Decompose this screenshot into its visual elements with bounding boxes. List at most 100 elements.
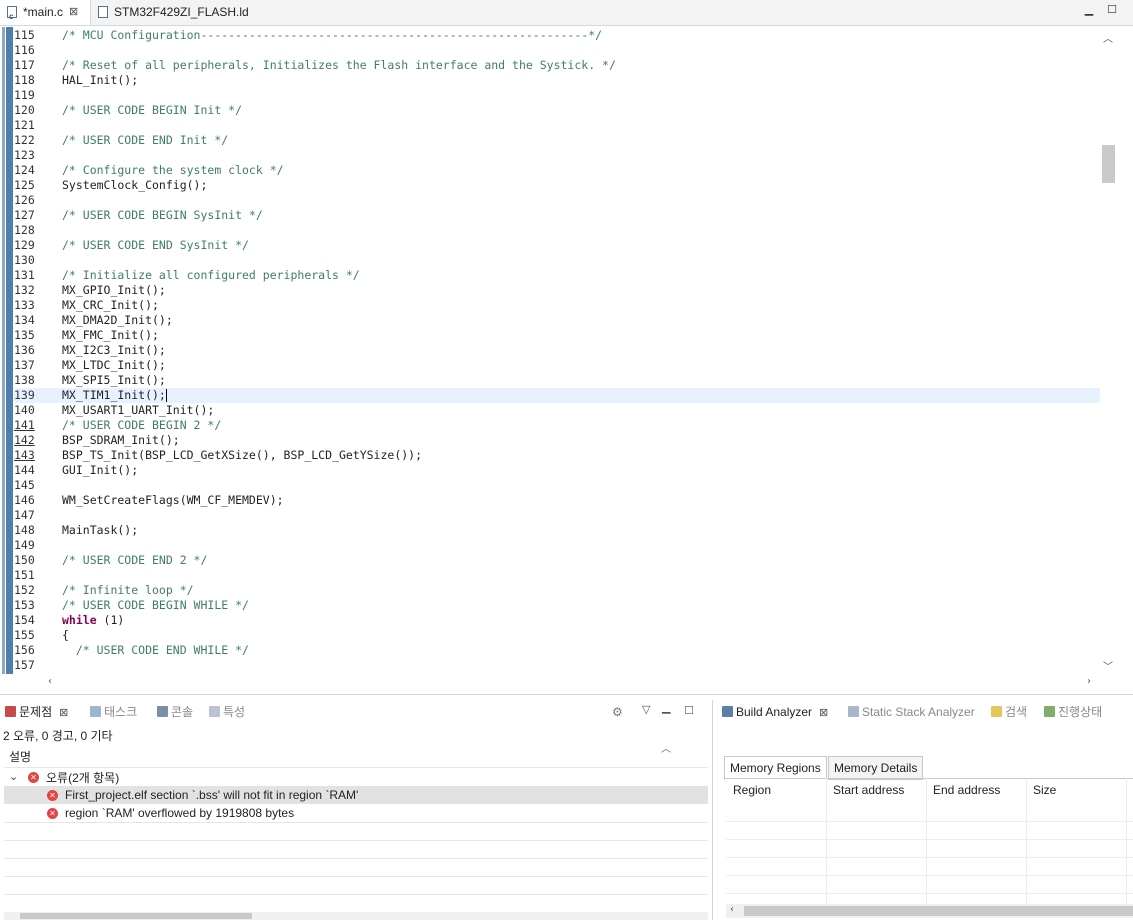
code-line[interactable]: 115 /* MCU Configuration-----------------… [14, 28, 1100, 43]
code-line[interactable]: 137 MX_LTDC_Init(); [14, 358, 1100, 373]
code-line[interactable]: 132 MX_GPIO_Init(); [14, 283, 1100, 298]
code-line[interactable]: 120 /* USER CODE BEGIN Init */ [14, 103, 1100, 118]
code-line[interactable]: 122 /* USER CODE END Init */ [14, 133, 1100, 148]
code-line[interactable]: 129 /* USER CODE END SysInit */ [14, 238, 1100, 253]
maximize-icon[interactable]: ☐ [684, 704, 694, 717]
code-editor[interactable]: c *main.c ⊠ STM32F429ZI_FLASH.ld ▁ ☐ 115… [0, 0, 1133, 695]
code-line[interactable]: 135 MX_FMC_Init(); [14, 328, 1100, 343]
code-line[interactable]: 121 [14, 118, 1100, 133]
scroll-left-icon[interactable]: ‹ [48, 676, 52, 687]
subtab-memory-details[interactable]: Memory Details [828, 756, 924, 780]
minimize-icon[interactable]: ▁ [1083, 4, 1095, 16]
code-line[interactable]: 150 /* USER CODE END 2 */ [14, 553, 1100, 568]
code-line[interactable]: 140 MX_USART1_UART_Init(); [14, 403, 1100, 418]
tab-console[interactable]: 콘솔 [157, 700, 193, 724]
tab-problems[interactable]: 문제점 ⊠ [5, 700, 68, 724]
tab-linker-script-label: STM32F429ZI_FLASH.ld [114, 5, 249, 19]
code-text: GUI_Init(); [62, 463, 139, 477]
chevron-down-icon[interactable]: ⌄ [9, 770, 18, 783]
scrollbar-thumb[interactable] [1102, 145, 1115, 183]
tab-search[interactable]: 검색 [991, 700, 1027, 724]
sort-icon[interactable]: ︿ [661, 740, 671, 755]
code-line[interactable]: 125 SystemClock_Config(); [14, 178, 1100, 193]
code-line[interactable]: 138 MX_SPI5_Init(); [14, 373, 1100, 388]
code-line[interactable]: 117 /* Reset of all peripherals, Initiali… [14, 58, 1100, 73]
code-text: MX_TIM1_Init(); [62, 388, 167, 402]
code-line[interactable]: 147 [14, 508, 1100, 523]
tab-tasks[interactable]: 태스크 [90, 700, 137, 724]
code-line[interactable]: 144 GUI_Init(); [14, 463, 1100, 478]
scroll-down-icon[interactable]: ﹀ [1103, 658, 1113, 673]
code-line[interactable]: 133 MX_CRC_Init(); [14, 298, 1100, 313]
tab-linker-script[interactable]: STM32F429ZI_FLASH.ld [92, 0, 292, 25]
error-message: First_project.elf section `.bss' will no… [65, 788, 359, 802]
close-icon[interactable]: ⊠ [819, 707, 828, 719]
line-number: 123 [14, 148, 35, 162]
code-text: MX_FMC_Init(); [62, 328, 159, 342]
tab-static-stack-analyzer[interactable]: Static Stack Analyzer [848, 700, 975, 724]
tab-properties[interactable]: 특성 [209, 700, 245, 724]
tab-progress[interactable]: 진행상태 [1044, 700, 1102, 724]
code-line[interactable]: 130 [14, 253, 1100, 268]
code-line[interactable]: 141 /* USER CODE BEGIN 2 */ [14, 418, 1100, 433]
code-line[interactable]: 146 WM_SetCreateFlags(WM_CF_MEMDEV); [14, 493, 1100, 508]
code-line[interactable]: 124 /* Configure the system clock */ [14, 163, 1100, 178]
code-line[interactable]: 142 BSP_SDRAM_Init(); [14, 433, 1100, 448]
code-line[interactable]: 155 { [14, 628, 1100, 643]
code-line[interactable]: 149 [14, 538, 1100, 553]
code-line[interactable]: 153 /* USER CODE BEGIN WHILE */ [14, 598, 1100, 613]
code-line[interactable]: 127 /* USER CODE BEGIN SysInit */ [14, 208, 1100, 223]
scroll-right-icon[interactable]: › [1087, 676, 1091, 687]
scroll-up-icon[interactable]: ︿ [1103, 30, 1113, 45]
problems-summary: 2 오류, 0 경고, 0 기타 [3, 729, 113, 743]
code-line[interactable]: 156 /* USER CODE END WHILE */ [14, 643, 1100, 658]
code-line[interactable]: 116 [14, 43, 1100, 58]
code-line[interactable]: 128 [14, 223, 1100, 238]
quick-diff-ruler [6, 27, 13, 674]
column-header-region[interactable]: Region [733, 783, 771, 797]
code-line[interactable]: 126 [14, 193, 1100, 208]
code-line[interactable]: 123 [14, 148, 1100, 163]
list-item[interactable]: ✕ region `RAM' overflowed by 1919808 byt… [4, 804, 708, 822]
properties-icon [209, 706, 220, 717]
horizontal-scrollbar[interactable]: ‹ › [44, 676, 1104, 692]
scroll-left-icon[interactable]: ‹ [730, 904, 734, 915]
vertical-scrollbar[interactable]: ︿ ﹀ [1100, 28, 1116, 674]
code-line[interactable]: 118 HAL_Init(); [14, 73, 1100, 88]
line-number: 133 [14, 298, 35, 312]
close-icon[interactable]: ⊠ [59, 707, 68, 719]
code-line[interactable]: 143 BSP_TS_Init(BSP_LCD_GetXSize(), BSP_L… [14, 448, 1100, 463]
list-item[interactable]: ✕ First_project.elf section `.bss' will … [4, 786, 708, 804]
code-area[interactable]: 115 /* MCU Configuration-----------------… [14, 28, 1100, 674]
code-text: MX_LTDC_Init(); [62, 358, 166, 372]
view-menu-icon[interactable]: ▽ [642, 703, 650, 716]
code-line[interactable]: 152 /* Infinite loop */ [14, 583, 1100, 598]
subtab-memory-regions[interactable]: Memory Regions [724, 756, 827, 780]
tab-build-analyzer[interactable]: Build Analyzer ⊠ [722, 700, 828, 724]
code-line[interactable]: 145 [14, 478, 1100, 493]
horizontal-scrollbar[interactable] [4, 912, 708, 920]
column-header-start-address[interactable]: Start address [833, 783, 904, 797]
filters-icon[interactable]: ⚙ [612, 705, 623, 719]
scrollbar-thumb[interactable] [20, 913, 252, 919]
code-text: /* USER CODE END 2 */ [62, 553, 208, 567]
code-line[interactable]: 154 while (1) [14, 613, 1100, 628]
scrollbar-thumb[interactable] [744, 906, 1133, 916]
column-header-description[interactable]: 설명 [9, 748, 31, 765]
code-line[interactable]: 151 [14, 568, 1100, 583]
code-line[interactable]: 139 MX_TIM1_Init(); [14, 388, 1100, 403]
close-icon[interactable]: ⊠ [69, 0, 78, 25]
code-line[interactable]: 136 MX_I2C3_Init(); [14, 343, 1100, 358]
code-line[interactable]: 157 [14, 658, 1100, 673]
code-line[interactable]: 148 MainTask(); [14, 523, 1100, 538]
code-text: MX_I2C3_Init(); [62, 343, 166, 357]
column-header-end-address[interactable]: End address [933, 783, 1000, 797]
code-line[interactable]: 134 MX_DMA2D_Init(); [14, 313, 1100, 328]
maximize-icon[interactable]: ☐ [1106, 4, 1118, 16]
code-line[interactable]: 119 [14, 88, 1100, 103]
minimize-icon[interactable]: ▁ [662, 701, 670, 714]
horizontal-scrollbar[interactable]: ‹ [726, 904, 1133, 918]
tab-main-c[interactable]: c *main.c ⊠ [0, 0, 91, 25]
code-line[interactable]: 131 /* Initialize all configured peripher… [14, 268, 1100, 283]
column-header-size[interactable]: Size [1033, 783, 1056, 797]
